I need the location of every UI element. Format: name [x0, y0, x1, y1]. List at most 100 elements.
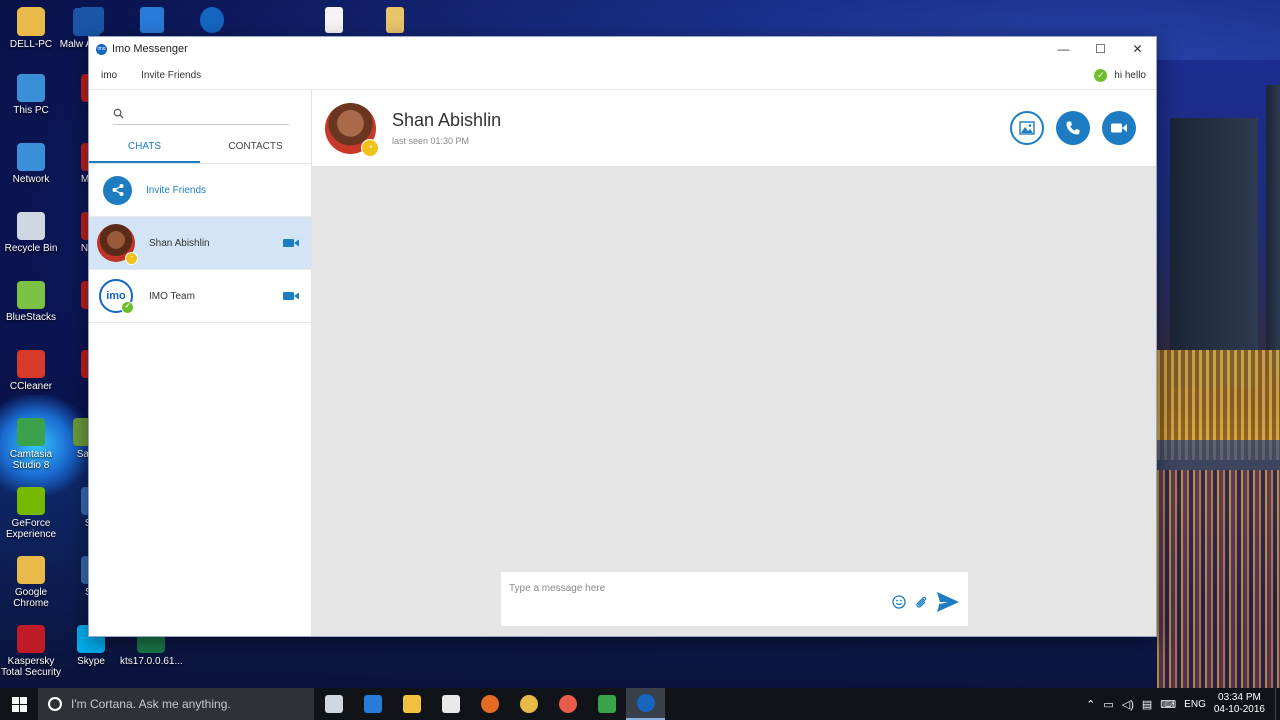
camtasia-icon	[597, 695, 616, 713]
chat-item-imo-team[interactable]: imo ✓ IMO Team	[89, 270, 311, 323]
tab-chats[interactable]: CHATS	[89, 133, 200, 163]
away-status-icon: ◔	[125, 252, 138, 265]
search-box[interactable]	[113, 102, 289, 125]
desktop-icon-label: Camtasia Studio 8	[9, 449, 53, 471]
menu-imo[interactable]: imo	[101, 70, 117, 81]
file-explorer-icon	[402, 695, 421, 713]
volume-icon[interactable]: ◁)	[1122, 698, 1134, 711]
menu-bar: imo Invite Friends ✓ hi hello	[89, 61, 1156, 90]
send-photo-button[interactable]	[1010, 111, 1044, 145]
invite-friends-row[interactable]: Invite Friends	[89, 164, 311, 217]
show-desktop-button[interactable]	[1275, 688, 1280, 720]
show-hidden-icons-icon[interactable]: ⌃	[1086, 698, 1095, 711]
desktop-icon[interactable]: Recycle Bin	[0, 212, 62, 254]
desktop-icon[interactable]: Camtasia Studio 8	[0, 418, 62, 471]
app-icon	[17, 8, 45, 36]
desktop-icon[interactable]: Kaspersky Total Security	[0, 625, 62, 678]
last-seen-text: last seen 01:30 PM	[392, 136, 470, 146]
desktop-icon-label: BlueStacks	[5, 312, 57, 323]
clock-time: 03:34 PM	[1218, 692, 1261, 703]
desktop-icon[interactable]: Google Chrome	[0, 556, 62, 609]
desktop-icon[interactable]: This PC	[0, 74, 62, 116]
action-center-icon[interactable]: ▤	[1142, 698, 1152, 711]
menu-invite-friends[interactable]: Invite Friends	[141, 70, 201, 81]
video-call-icon[interactable]	[283, 238, 299, 248]
document-icon[interactable]	[325, 7, 343, 33]
window-title: Imo Messenger	[112, 43, 188, 55]
taskbar-app-chrome[interactable]	[509, 688, 548, 720]
contact-avatar[interactable]: ◔	[325, 102, 379, 157]
emoji-button[interactable]	[892, 594, 906, 614]
movavi-icon	[558, 695, 577, 713]
send-arrow-icon	[937, 591, 959, 612]
phone-icon	[1066, 121, 1080, 135]
firefox-icon	[480, 695, 499, 713]
imo-shortcut-icon[interactable]	[200, 7, 224, 33]
desktop-icon[interactable]: Network	[0, 143, 62, 185]
app-icon	[17, 212, 45, 240]
clock[interactable]: 03:34 PM 04-10-2016	[1214, 692, 1265, 716]
taskbar-app-edge[interactable]	[353, 688, 392, 720]
wallpaper-tower	[1170, 118, 1258, 388]
tab-contacts[interactable]: CONTACTS	[200, 133, 311, 163]
message-area[interactable]	[312, 167, 1156, 636]
chat-panel: ◔ Shan Abishlin last seen 01:30 PM	[312, 90, 1156, 636]
desktop-icon[interactable]: CCleaner	[0, 350, 62, 392]
network-icon[interactable]: ▭	[1103, 698, 1113, 711]
teamviewer-icon[interactable]	[140, 7, 164, 33]
taskbar-app-imo[interactable]	[626, 688, 665, 720]
chat-header: ◔ Shan Abishlin last seen 01:30 PM	[312, 90, 1156, 167]
desktop-icon-label: DELL-PC	[9, 39, 53, 50]
edge-icon	[363, 695, 382, 713]
start-button[interactable]	[0, 688, 38, 720]
app-icon	[73, 8, 101, 36]
send-button[interactable]	[936, 591, 960, 618]
keyboard-icon[interactable]: ⌨	[1160, 698, 1176, 711]
desktop-icon-label: This PC	[13, 105, 49, 116]
smiley-icon	[892, 594, 906, 609]
cortana-text: I'm Cortana. Ask me anything.	[71, 697, 231, 711]
wallpaper-tower	[1266, 85, 1280, 375]
status-area[interactable]: ✓ hi hello	[1094, 68, 1146, 82]
taskbar-app-camtasia[interactable]	[587, 688, 626, 720]
search-input[interactable]	[130, 107, 289, 119]
message-composer	[501, 572, 968, 626]
taskbar-app-store[interactable]	[431, 688, 470, 720]
app-icon	[17, 350, 45, 378]
video-call-icon[interactable]	[283, 291, 299, 301]
desktop-icon[interactable]: GeForce Experience	[0, 487, 62, 540]
taskbar-app-file-explorer[interactable]	[392, 688, 431, 720]
desktop-icon[interactable]: DELL-PC	[0, 8, 62, 50]
cortana-icon	[48, 697, 62, 711]
close-button[interactable]: ✕	[1119, 37, 1156, 61]
paperclip-icon	[916, 596, 927, 608]
archive-icon[interactable]	[386, 7, 404, 33]
app-icon	[17, 556, 45, 584]
title-bar[interactable]: imo Imo Messenger — ☐ ✕	[89, 37, 1156, 61]
share-icon	[103, 175, 132, 205]
cortana-search-box[interactable]: I'm Cortana. Ask me anything.	[38, 688, 314, 720]
chat-item-name: IMO Team	[149, 290, 195, 302]
status-text[interactable]: hi hello	[1114, 70, 1146, 81]
imo-logo-icon: imo	[96, 43, 107, 55]
taskbar-app-firefox[interactable]	[470, 688, 509, 720]
clock-date: 04-10-2016	[1213, 704, 1265, 715]
maximize-button[interactable]: ☐	[1082, 37, 1119, 61]
attach-button[interactable]	[914, 595, 928, 614]
sidebar: CHATS CONTACTS Invite Friends ◔ Shan Abi…	[89, 90, 312, 636]
video-call-button[interactable]	[1102, 111, 1136, 145]
away-status-icon: ◔	[361, 138, 379, 157]
desktop-icon[interactable]: BlueStacks	[0, 281, 62, 323]
message-input[interactable]	[509, 583, 884, 594]
language-indicator[interactable]: ENG	[1184, 699, 1206, 710]
taskbar-app-movavi[interactable]	[548, 688, 587, 720]
chat-item-name: Shan Abishlin	[149, 237, 210, 249]
imo-icon	[636, 694, 655, 712]
minimize-button[interactable]: —	[1045, 37, 1082, 61]
imo-window: imo Imo Messenger — ☐ ✕ imo Invite Frien…	[88, 36, 1157, 637]
taskbar-app-task-view[interactable]	[314, 688, 353, 720]
voice-call-button[interactable]	[1056, 111, 1090, 145]
desktop-icon-label: Kaspersky Total Security	[0, 656, 62, 678]
chat-item-shan-abishlin[interactable]: ◔ Shan Abishlin	[89, 217, 311, 270]
contact-name: Shan Abishlin	[392, 110, 502, 130]
